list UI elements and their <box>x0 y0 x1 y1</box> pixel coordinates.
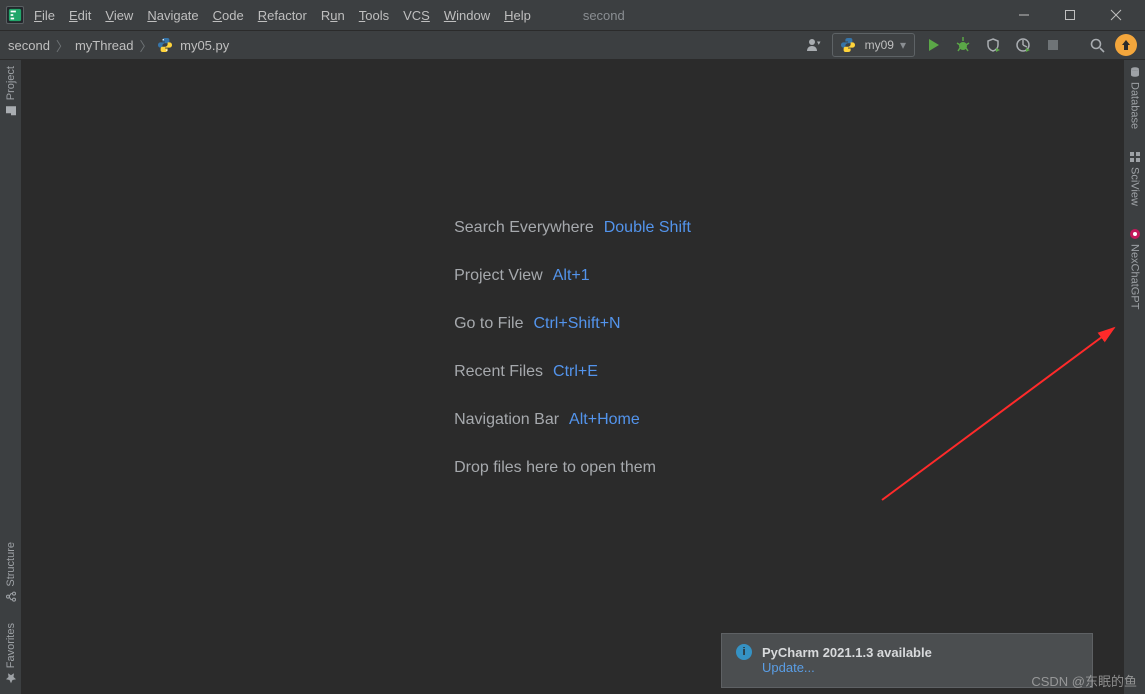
debug-button[interactable] <box>951 33 975 57</box>
right-tool-strip: Database SciView NexChatGPT <box>1123 60 1145 694</box>
tool-window-project[interactable]: Project <box>5 66 17 116</box>
python-icon <box>841 38 855 52</box>
hint-recent-shortcut: Ctrl+E <box>553 363 598 380</box>
empty-editor-hints: Search Everywhere Double Shift Project Vi… <box>454 204 691 492</box>
info-icon: i <box>736 644 752 660</box>
tool-window-favorites[interactable]: Favorites <box>5 623 17 684</box>
menu-edit[interactable]: Edit <box>69 8 91 23</box>
hint-goto-shortcut: Ctrl+Shift+N <box>533 315 620 332</box>
chevron-right-icon: 〉 <box>137 36 154 55</box>
profile-button[interactable] <box>1011 33 1035 57</box>
tool-window-nexchatgpt[interactable]: NexChatGPT <box>1129 228 1141 309</box>
breadcrumb-project[interactable]: second <box>8 38 50 53</box>
hint-navbar-shortcut: Alt+Home <box>569 411 640 428</box>
menu-vcs[interactable]: VCS <box>403 8 430 23</box>
hint-drop-label: Drop files here to open them <box>454 459 656 476</box>
run-config-selector[interactable]: my09 ▾ <box>832 33 915 57</box>
app-icon <box>6 6 24 24</box>
menu-help[interactable]: Help <box>504 8 531 23</box>
svg-text:▾: ▾ <box>817 40 821 47</box>
star-icon <box>5 672 17 684</box>
tool-window-sciview[interactable]: SciView <box>1129 151 1141 206</box>
hint-search-label: Search Everywhere <box>454 219 594 236</box>
watermark: CSDN @东眠的鱼 <box>1031 671 1137 690</box>
left-tool-strip: Project Structure Favorites <box>0 60 22 694</box>
menu-window[interactable]: Window <box>444 8 490 23</box>
workspace: Project Structure Favorites Search Every… <box>0 60 1145 694</box>
menu-tools[interactable]: Tools <box>359 8 389 23</box>
menu-file[interactable]: File <box>34 8 55 23</box>
window-controls <box>1001 0 1139 30</box>
tool-window-structure[interactable]: Structure <box>5 542 17 603</box>
structure-icon <box>5 591 17 603</box>
menu-view[interactable]: View <box>105 8 133 23</box>
tool-window-database[interactable]: Database <box>1129 66 1141 129</box>
nexchatgpt-icon <box>1129 228 1141 240</box>
minimize-button[interactable] <box>1001 0 1047 30</box>
chevron-right-icon: 〉 <box>54 36 71 55</box>
database-icon <box>1129 66 1141 78</box>
ide-update-button[interactable] <box>1115 34 1137 56</box>
menu-bar: File Edit View Navigate Code Refactor Ru… <box>34 8 531 23</box>
add-user-button[interactable]: ▾ <box>802 33 826 57</box>
coverage-button[interactable] <box>981 33 1005 57</box>
python-file-icon <box>158 38 172 52</box>
sciview-icon <box>1129 151 1141 163</box>
search-button[interactable] <box>1085 33 1109 57</box>
editor-area[interactable]: Search Everywhere Double Shift Project Vi… <box>22 60 1123 694</box>
notification-update-link[interactable]: Update... <box>736 660 1078 675</box>
hint-navbar-label: Navigation Bar <box>454 411 559 428</box>
maximize-button[interactable] <box>1047 0 1093 30</box>
hint-recent-label: Recent Files <box>454 363 543 380</box>
menu-navigate[interactable]: Navigate <box>147 8 198 23</box>
navigation-bar: second 〉 myThread 〉 my05.py ▾ my09 ▾ <box>0 30 1145 60</box>
window-title: second <box>531 8 1001 23</box>
menu-run[interactable]: Run <box>321 8 345 23</box>
hint-goto-label: Go to File <box>454 315 523 332</box>
hint-project-shortcut: Alt+1 <box>553 267 590 284</box>
notification-title: PyCharm 2021.1.3 available <box>762 645 932 660</box>
breadcrumb-file[interactable]: my05.py <box>158 38 229 53</box>
run-button[interactable] <box>921 33 945 57</box>
project-icon <box>5 104 17 116</box>
toolbar-right: ▾ my09 ▾ <box>802 33 1137 57</box>
run-config-name: my09 <box>865 38 894 52</box>
hint-project-label: Project View <box>454 267 543 284</box>
breadcrumb-dir[interactable]: myThread <box>75 38 134 53</box>
close-button[interactable] <box>1093 0 1139 30</box>
menu-code[interactable]: Code <box>213 8 244 23</box>
title-bar: File Edit View Navigate Code Refactor Ru… <box>0 0 1145 30</box>
hint-search-shortcut: Double Shift <box>604 219 691 236</box>
chevron-down-icon: ▾ <box>900 38 906 52</box>
menu-refactor[interactable]: Refactor <box>258 8 307 23</box>
breadcrumb: second 〉 myThread 〉 my05.py <box>8 36 229 55</box>
stop-button[interactable] <box>1041 33 1065 57</box>
